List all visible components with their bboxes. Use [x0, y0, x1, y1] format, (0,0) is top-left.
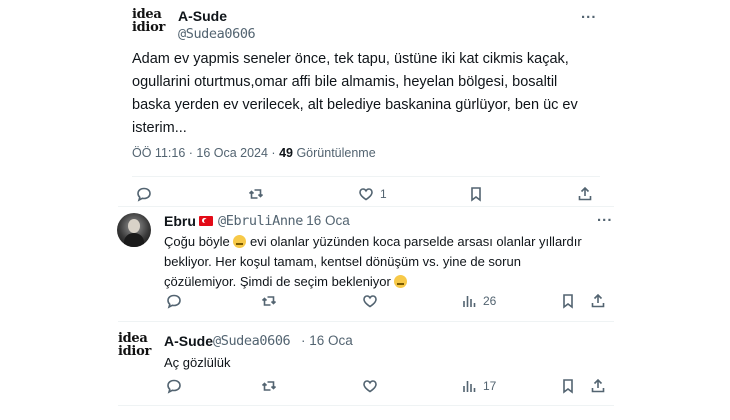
reply-text: Çoğu böyle evi olanlar yüzünden koca par… — [164, 232, 604, 292]
reply-text: Aç gözlülük — [164, 355, 231, 370]
divider — [118, 321, 614, 322]
relieved-face-emoji-icon — [233, 235, 247, 248]
bookmark-icon — [563, 294, 573, 309]
author-handle[interactable]: @EbruliAnne — [218, 213, 303, 229]
bookmark-icon — [563, 379, 573, 394]
author-handle[interactable]: @Sudea0606 — [178, 26, 256, 42]
divider — [118, 206, 614, 207]
bookmark-button[interactable] — [560, 378, 576, 394]
retweet-button[interactable] — [261, 378, 277, 394]
retweet-icon — [261, 296, 277, 306]
reply-button[interactable] — [166, 378, 182, 394]
reply-icon — [167, 294, 181, 309]
author-name[interactable]: A-Sude — [178, 8, 227, 24]
bookmark-icon — [471, 187, 481, 202]
bookmark-button[interactable] — [560, 293, 576, 309]
reply-date[interactable]: · 16 Oca — [301, 333, 353, 348]
like-icon — [363, 295, 377, 308]
views-button[interactable]: 26 — [461, 293, 496, 309]
tweet-meta: ÖÖ 11:16 · 16 Oca 2024 · 49 Görüntülenme — [132, 146, 376, 160]
divider — [132, 176, 600, 177]
like-count: 1 — [380, 187, 387, 201]
bookmark-button[interactable] — [468, 186, 484, 202]
reply-icon — [137, 187, 151, 202]
turkey-flag-icon — [199, 216, 213, 226]
share-icon — [578, 186, 592, 201]
reply-button[interactable] — [166, 293, 182, 309]
reply-icon — [167, 379, 181, 394]
reply-text-line1: Çoğu böyle evi olanlar yüzünden koca par… — [164, 234, 582, 249]
views-label: Görüntülenme — [292, 146, 376, 160]
like-icon — [359, 188, 373, 201]
tweet-timestamp[interactable]: ÖÖ 11:16 · 16 Oca 2024 · — [132, 146, 279, 160]
author-name[interactable]: A-Sude — [164, 333, 213, 349]
neutral-face-emoji-icon — [394, 275, 408, 288]
avatar-text-line2: idior — [132, 20, 165, 35]
reply-text-line2: bekliyor. Her koşul tamam, kentsel dönüş… — [164, 254, 521, 269]
like-button[interactable] — [362, 378, 378, 394]
share-button[interactable] — [577, 186, 593, 202]
views-count: 17 — [483, 379, 497, 393]
share-icon — [591, 293, 605, 308]
retweet-button[interactable] — [261, 293, 277, 309]
like-button[interactable] — [362, 293, 378, 309]
divider — [118, 405, 614, 406]
share-button[interactable] — [590, 378, 606, 394]
retweet-icon — [248, 189, 264, 199]
share-icon — [591, 378, 605, 393]
reply-button[interactable] — [136, 186, 152, 202]
views-icon — [463, 381, 476, 392]
like-button[interactable]: 1 — [358, 186, 387, 202]
avatar[interactable] — [117, 213, 151, 247]
views-count: 49 — [279, 146, 293, 160]
retweet-button[interactable] — [248, 186, 264, 202]
reply-date[interactable]: · 16 Oca — [298, 213, 350, 228]
author-handle[interactable]: @Sudea0606 — [213, 333, 291, 349]
avatar-text-line2: idior — [118, 344, 151, 359]
avatar[interactable]: idea idior — [118, 332, 158, 372]
like-icon — [363, 380, 377, 393]
views-count: 26 — [483, 294, 497, 308]
author-name[interactable]: Ebru — [164, 213, 196, 229]
views-button[interactable]: 17 — [461, 378, 496, 394]
tweet-text: Adam ev yapmis seneler önce, tek tapu, ü… — [132, 51, 578, 136]
avatar[interactable]: idea idior — [132, 8, 172, 48]
reply-text-line3: çözülemiyor. Şimdi de seçim bekleniyor — [164, 274, 408, 289]
more-options-icon[interactable]: ... — [597, 208, 613, 225]
more-options-icon[interactable]: ... — [581, 5, 597, 22]
share-button[interactable] — [590, 293, 606, 309]
views-icon — [463, 296, 476, 307]
retweet-icon — [261, 381, 277, 391]
